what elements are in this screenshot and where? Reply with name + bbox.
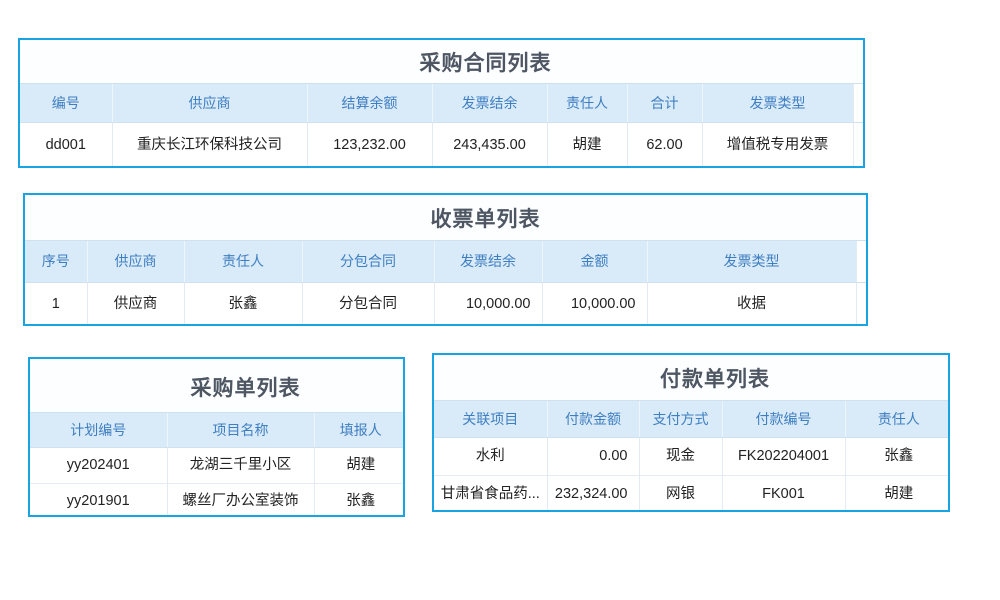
header-cell: 供应商 [112, 84, 307, 123]
body-cell-amount: 10,000.00 [542, 283, 647, 326]
table-row: dd001 重庆长江环保科技公司 123,232.00 243,435.00 胡… [20, 123, 863, 168]
body-cell: 供应商 [87, 283, 184, 326]
body-cell: 增值税专用发票 [702, 123, 853, 168]
body-cell: FK001 [722, 476, 845, 513]
header-cell: 责任人 [547, 84, 627, 123]
header-row: 关联项目 付款金额 支付方式 付款编号 责任人 [434, 401, 950, 438]
body-cell: 现金 [639, 438, 722, 476]
payment-table: 付款单列表 关联项目 付款金额 支付方式 付款编号 责任人 水利 0.00 现金… [432, 353, 950, 512]
table-row: yy202401 龙湖三千里小区 胡建 [30, 448, 405, 484]
payment-title: 付款单列表 [434, 355, 948, 400]
payment-grid: 关联项目 付款金额 支付方式 付款编号 责任人 水利 0.00 现金 FK202… [434, 400, 950, 512]
purchase-order-table: 采购单列表 计划编号 项目名称 填报人 yy202401 龙湖三千里小区 胡建 … [28, 357, 405, 517]
header-row: 计划编号 项目名称 填报人 [30, 413, 405, 448]
header-cell: 项目名称 [167, 413, 314, 448]
body-cell: 网银 [639, 476, 722, 513]
table-title-text: 采购合同列表 [420, 47, 552, 77]
body-cell: dd001 [20, 123, 112, 168]
purchase-contract-title: 采购合同列表 [20, 40, 863, 83]
body-cell-amount: 0.00 [547, 438, 639, 476]
body-cell: 龙湖三千里小区 [167, 448, 314, 484]
receipt-title: 收票单列表 [25, 195, 866, 240]
body-cell: 张鑫 [845, 438, 950, 476]
header-cell: 金额 [542, 241, 647, 283]
header-cell: 发票类型 [647, 241, 856, 283]
scrollbar-gutter [856, 283, 866, 326]
header-cell: 付款编号 [722, 401, 845, 438]
receipt-table: 收票单列表 序号 供应商 责任人 分包合同 发票结余 金额 发票类型 1 供应商 [23, 193, 868, 326]
header-cell: 供应商 [87, 241, 184, 283]
body-cell: 水利 [434, 438, 547, 476]
body-cell: 243,435.00 [432, 123, 547, 168]
body-cell: 收据 [647, 283, 856, 326]
body-cell: 1 [25, 283, 87, 326]
table-title-text: 收票单列表 [431, 203, 541, 233]
table-title-text: 付款单列表 [660, 363, 770, 393]
body-cell: 123,232.00 [307, 123, 432, 168]
header-cell: 编号 [20, 84, 112, 123]
body-cell-amount: 10,000.00 [434, 283, 542, 326]
body-cell: yy202401 [30, 448, 167, 484]
body-cell: 胡建 [547, 123, 627, 168]
header-cell: 分包合同 [302, 241, 434, 283]
header-cell: 计划编号 [30, 413, 167, 448]
body-cell: 螺丝厂办公室装饰 [167, 484, 314, 518]
purchase-order-grid: 计划编号 项目名称 填报人 yy202401 龙湖三千里小区 胡建 yy2019… [30, 412, 405, 517]
body-cell: 胡建 [845, 476, 950, 513]
scrollbar-gutter [853, 84, 863, 123]
body-cell: 分包合同 [302, 283, 434, 326]
header-cell: 结算余额 [307, 84, 432, 123]
header-row: 序号 供应商 责任人 分包合同 发票结余 金额 发票类型 [25, 241, 866, 283]
header-cell: 发票结余 [432, 84, 547, 123]
header-cell: 合计 [627, 84, 702, 123]
body-cell: yy201901 [30, 484, 167, 518]
body-cell: 张鑫 [184, 283, 302, 326]
body-cell: 张鑫 [314, 484, 405, 518]
scrollbar-gutter [856, 241, 866, 283]
purchase-contract-grid: 编号 供应商 结算余额 发票结余 责任人 合计 发票类型 dd001 重庆长江环… [20, 83, 863, 167]
header-cell: 责任人 [845, 401, 950, 438]
scrollbar-gutter [853, 123, 863, 168]
body-cell: 62.00 [627, 123, 702, 168]
table-row: 1 供应商 张鑫 分包合同 10,000.00 10,000.00 收据 [25, 283, 866, 326]
body-cell: FK202204001 [722, 438, 845, 476]
header-cell: 支付方式 [639, 401, 722, 438]
header-cell: 关联项目 [434, 401, 547, 438]
purchase-contract-table: 采购合同列表 编号 供应商 结算余额 发票结余 责任人 合计 发票类型 dd00… [18, 38, 865, 168]
header-row: 编号 供应商 结算余额 发票结余 责任人 合计 发票类型 [20, 84, 863, 123]
body-cell: 甘肃省食品药... [434, 476, 547, 513]
purchase-order-title: 采购单列表 [30, 359, 403, 412]
header-cell: 发票结余 [434, 241, 542, 283]
header-cell: 填报人 [314, 413, 405, 448]
body-cell: 胡建 [314, 448, 405, 484]
header-cell: 序号 [25, 241, 87, 283]
table-title-text: 采购单列表 [191, 372, 301, 402]
table-row: yy201901 螺丝厂办公室装饰 张鑫 [30, 484, 405, 518]
body-cell-amount: 232,324.00 [547, 476, 639, 513]
receipt-grid: 序号 供应商 责任人 分包合同 发票结余 金额 发票类型 1 供应商 张鑫 分包… [25, 240, 866, 325]
header-cell: 发票类型 [702, 84, 853, 123]
body-cell: 重庆长江环保科技公司 [112, 123, 307, 168]
table-row: 水利 0.00 现金 FK202204001 张鑫 [434, 438, 950, 476]
table-row: 甘肃省食品药... 232,324.00 网银 FK001 胡建 [434, 476, 950, 513]
header-cell: 付款金额 [547, 401, 639, 438]
header-cell: 责任人 [184, 241, 302, 283]
